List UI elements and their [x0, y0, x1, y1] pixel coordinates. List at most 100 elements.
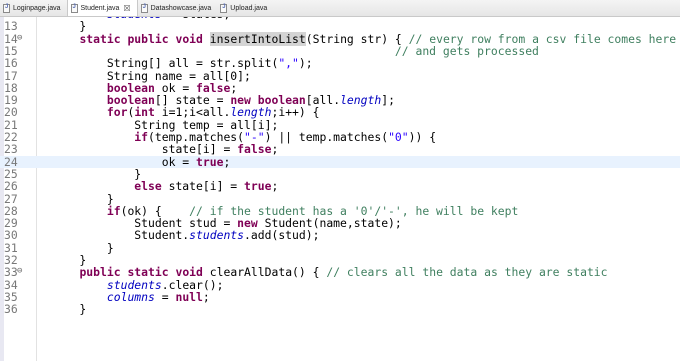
tab-label: Upload.java [230, 4, 268, 12]
line-number: 16 [4, 56, 18, 71]
code-text: ok = true; [52, 154, 231, 169]
code-token: null [175, 289, 203, 304]
line-number: 32 [4, 253, 18, 267]
code-line[interactable]: 13 } [0, 20, 680, 32]
line-number: 31 [4, 240, 18, 255]
code-line[interactable]: 30 Student.students.add(stud); [0, 229, 680, 241]
code-line[interactable]: 27 } [0, 193, 680, 205]
code-token: ) || temp.matches( [264, 130, 389, 144]
code-text: } [52, 254, 86, 266]
code-line[interactable]: 24 ok = true; [0, 154, 680, 169]
code-text: String[] all = str.split(","); [52, 57, 313, 69]
code-token: false [237, 142, 272, 157]
code-text: if(ok) { // if the student has a '0'/'-'… [52, 205, 518, 217]
line-number: 20 [4, 105, 18, 120]
collapse-fold-icon[interactable]: ⊖ [17, 32, 22, 44]
code-line[interactable]: 19 boolean[] state = new boolean[all.len… [0, 94, 680, 106]
code-line[interactable]: 14 ⊖ static public void insertIntoList(St… [0, 31, 680, 46]
code-line[interactable]: 20 for(int i=1;i<all.length;i++) { [0, 106, 680, 118]
code-token: true [244, 179, 272, 194]
tab-datashowcase-java[interactable]: Datashowcase.java [138, 0, 218, 16]
tab-student-java[interactable]: Student.java☒ [66, 0, 138, 16]
code-text: boolean[] state = new boolean[all.length… [52, 94, 395, 106]
tab-upload-java[interactable]: Upload.java [217, 0, 273, 16]
code-text: String temp = all[i]; [52, 119, 278, 131]
line-number: 15 [4, 43, 18, 58]
line-number: 17 [4, 68, 18, 83]
line-number: 23 [4, 142, 18, 157]
code-token: ]; [381, 93, 395, 108]
tab-label: Datashowcase.java [150, 4, 212, 12]
line-number: 19 [4, 93, 18, 108]
code-token: // clears all the data as they are stati… [326, 265, 608, 280]
code-token: ); [298, 56, 313, 71]
code-token: length [340, 93, 382, 108]
tab-loginpage-java[interactable]: Loginpage.java [0, 0, 67, 16]
code-line[interactable]: 23 state[i] = false; [0, 143, 680, 155]
line-number: 28 [4, 203, 18, 218]
code-text: } [52, 193, 114, 205]
code-text: } [52, 20, 86, 32]
line-number: 13 [4, 19, 18, 34]
code-token: ; [202, 289, 210, 304]
code-editor[interactable]: students = states;13 }14⊖ static public … [0, 17, 680, 361]
code-line[interactable]: 21 String temp = all[i]; [0, 119, 680, 131]
code-line[interactable]: 29 Student stud = new Student(name,state… [0, 217, 680, 229]
close-tab-icon[interactable]: ☒ [123, 4, 130, 13]
line-number: 29 [4, 216, 18, 231]
code-token: else [134, 179, 162, 194]
code-line[interactable]: 31 } [0, 242, 680, 254]
code-token: ; [223, 154, 231, 169]
code-token: )) { [408, 130, 437, 144]
code-text: for(int i=1;i<all.length;i++) { [52, 106, 320, 118]
code-text: } [52, 303, 86, 315]
code-line[interactable]: 33 ⊖ public static void clearAllData() { … [0, 266, 680, 278]
code-line[interactable]: 32 } [0, 254, 680, 266]
collapse-fold-icon[interactable]: ⊖ [17, 265, 22, 277]
code-text: columns = null; [52, 291, 210, 303]
java-file-icon [220, 3, 228, 13]
line-number: 21 [4, 117, 18, 132]
code-line[interactable]: 26 else state[i] = true; [0, 180, 680, 192]
code-text: boolean ok = false; [52, 82, 237, 94]
code-line[interactable]: 35 columns = null; [0, 291, 680, 303]
line-number: 34 [4, 277, 18, 292]
code-token: students [189, 228, 245, 243]
code-token: "0" [388, 130, 409, 144]
code-line[interactable]: 36 } [0, 303, 680, 315]
code-line[interactable]: 28 if(ok) { // if the student has a '0'/… [0, 205, 680, 217]
java-file-icon [70, 3, 78, 13]
code-token: "," [278, 56, 299, 71]
code-token: ;i++) { [271, 105, 320, 120]
code-token: state[i] = [161, 179, 245, 194]
code-text: Student.students.add(stud); [52, 229, 319, 241]
line-number: 36 [4, 302, 18, 317]
line-number: 18 [4, 80, 18, 95]
line-number: 27 [4, 191, 18, 206]
code-line[interactable]: 15 // and gets processed [0, 45, 680, 57]
code-token: columns [106, 289, 155, 304]
code-line[interactable]: 34 students.clear(); [0, 279, 680, 291]
code-line[interactable]: 17 String name = all[0]; [0, 70, 680, 82]
code-line[interactable]: 18 boolean ok = false; [0, 82, 680, 94]
code-token: = [154, 289, 176, 304]
tab-label: Loginpage.java [13, 4, 61, 12]
code-text: students.clear(); [52, 279, 224, 291]
line-number: 26 [4, 179, 18, 194]
code-text: Student stud = new Student(name,state); [52, 217, 401, 229]
line-number: 35 [4, 289, 18, 304]
code-text: else state[i] = true; [52, 180, 278, 192]
code-text: static public void insertIntoList(String… [52, 31, 680, 46]
code-text: state[i] = false; [52, 142, 279, 157]
code-line[interactable]: 25 } [0, 168, 680, 180]
code-line[interactable]: 22 if(temp.matches("-") || temp.matches(… [0, 131, 680, 143]
code-line[interactable]: 16 String[] all = str.split(","); [0, 57, 680, 69]
line-number: 25 [4, 166, 18, 181]
line-number: 22 [4, 130, 18, 144]
code-text: } [52, 168, 141, 180]
editor-tab-bar: Loginpage.java Student.java☒ Datashowcase.… [0, 0, 680, 17]
code-token: ; [271, 179, 279, 194]
code-text: // and gets processed [52, 45, 539, 57]
code-text: } [52, 242, 114, 254]
code-token: ; [271, 142, 279, 157]
